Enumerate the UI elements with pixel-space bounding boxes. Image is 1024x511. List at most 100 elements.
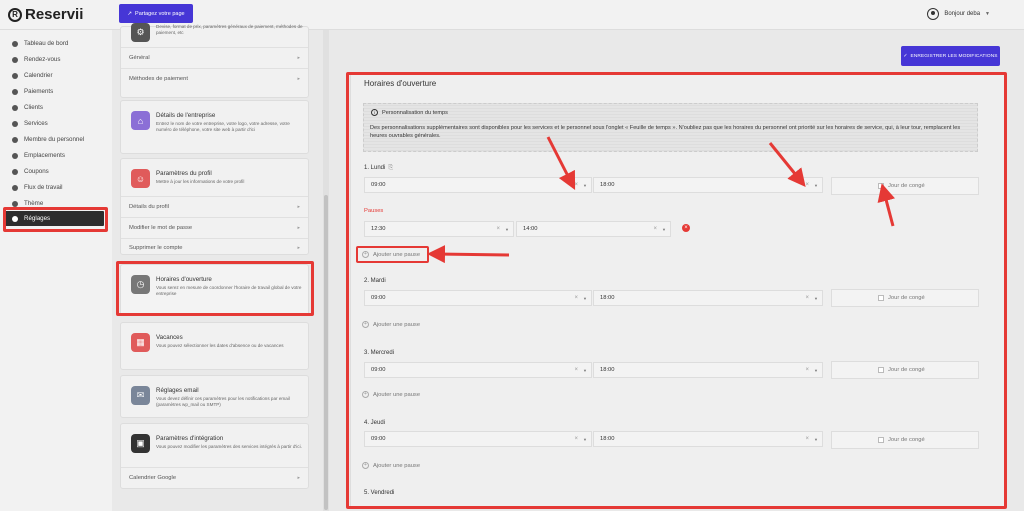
settings-card-holidays[interactable]: ▦ Vacances Vous pouvez sélectionner les …: [120, 322, 309, 370]
monday-day-off-toggle[interactable]: Jour de congé: [831, 177, 979, 195]
tag-icon: [12, 168, 18, 175]
clock-icon: [12, 56, 18, 63]
clear-icon[interactable]: ×: [574, 436, 578, 442]
clear-icon[interactable]: ×: [574, 367, 578, 373]
select-value: 18:00: [600, 182, 615, 188]
select-value: 18:00: [600, 295, 615, 301]
remove-pause-icon[interactable]: ×: [682, 224, 690, 232]
info-title: Personnalisation du temps: [382, 109, 448, 116]
add-pause-label: Ajouter une pause: [373, 321, 421, 328]
accordion-general[interactable]: Général ▸: [121, 47, 308, 68]
card-title: Horaires d'ouverture: [156, 276, 212, 283]
sidebar-item-appointments[interactable]: Rendez-vous: [0, 52, 112, 67]
settings-card-company[interactable]: ⌂ Détails de l'entreprise Entrez le nom …: [120, 100, 309, 154]
clear-icon[interactable]: ×: [574, 295, 578, 301]
select-value: 09:00: [371, 436, 386, 442]
day-label-tuesday: 2. Mardi: [364, 278, 386, 284]
save-changes-button[interactable]: ✓ ENREGISTRER LES MODIFICATIONS: [901, 46, 1000, 66]
sidebar-item-label: Membre du personnel: [24, 136, 85, 143]
brand-logo[interactable]: R Reservii: [8, 6, 83, 23]
user-menu[interactable]: Bonjour deba ▼: [927, 8, 990, 20]
location-icon: [12, 152, 18, 159]
settings-card-opening-hours[interactable]: ◷ Horaires d'ouverture Vous serez en mes…: [120, 264, 309, 316]
chevron-right-icon: ▸: [297, 55, 300, 61]
email-icon: ✉: [131, 386, 150, 405]
clear-icon[interactable]: ×: [805, 182, 809, 188]
card-desc: Mettre à jour les informations de votre …: [156, 179, 245, 184]
day-off-checkbox[interactable]: [878, 437, 884, 443]
pause-end-select[interactable]: 14:00 × ▼: [516, 221, 671, 237]
wednesday-start-select[interactable]: 09:00 × ▼: [364, 362, 592, 378]
settings-list: ⚙ Devise, format de prix, paramètres gén…: [112, 23, 327, 511]
day-off-checkbox[interactable]: [878, 295, 884, 301]
thursday-add-pause-button[interactable]: + Ajouter une pause: [362, 462, 420, 469]
chevron-down-icon: ▼: [662, 226, 666, 232]
sidebar-item-locations[interactable]: Emplacements: [0, 148, 112, 163]
pauses-label: Pauses: [364, 208, 384, 214]
brush-icon: [12, 200, 18, 207]
calendar-icon: [12, 72, 18, 79]
wednesday-day-off-toggle[interactable]: Jour de congé: [831, 361, 979, 379]
workflow-icon: [12, 184, 18, 191]
accordion-google-calendar[interactable]: Calendrier Google ▸: [121, 467, 308, 488]
settings-scroll-thumb[interactable]: [324, 195, 328, 510]
wednesday-add-pause-button[interactable]: + Ajouter une pause: [362, 391, 420, 398]
clear-icon[interactable]: ×: [805, 367, 809, 373]
clear-icon[interactable]: ×: [496, 226, 500, 232]
settings-card-email[interactable]: ✉ Réglages email Vous devez définir ces …: [120, 375, 309, 418]
select-value: 09:00: [371, 367, 386, 373]
share-page-button[interactable]: ↗ Partagez votre page: [119, 4, 193, 23]
thursday-end-select[interactable]: 18:00 × ▼: [593, 431, 823, 447]
day-off-label: Jour de congé: [888, 295, 925, 301]
pause-start-select[interactable]: 12:30 × ▼: [364, 221, 514, 237]
monday-end-select[interactable]: 18:00 × ▼: [593, 177, 823, 193]
sidebar-item-staff[interactable]: Membre du personnel: [0, 132, 112, 147]
sidebar-item-label: Clients: [24, 104, 43, 111]
copy-icon[interactable]: ⎘: [388, 165, 393, 171]
clear-icon[interactable]: ×: [574, 182, 578, 188]
clear-icon[interactable]: ×: [653, 226, 657, 232]
chevron-right-icon: ▸: [297, 76, 300, 82]
accordion-payment-methods[interactable]: Méthodes de paiement ▸: [121, 68, 308, 89]
chevron-right-icon: ▸: [297, 225, 300, 231]
sidebar-item-payments[interactable]: Paiements: [0, 84, 112, 99]
day-off-checkbox[interactable]: [878, 367, 884, 373]
tuesday-start-select[interactable]: 09:00 × ▼: [364, 290, 592, 306]
wednesday-end-select[interactable]: 18:00 × ▼: [593, 362, 823, 378]
accordion-profile-details[interactable]: Détails du profil ▸: [121, 196, 308, 217]
card-title: Vacances: [156, 334, 183, 341]
tuesday-end-select[interactable]: 18:00 × ▼: [593, 290, 823, 306]
accordion-label: Calendrier Google: [129, 475, 177, 481]
monday-start-select[interactable]: 09:00 × ▼: [364, 177, 592, 193]
accordion-label: Détails du profil: [129, 204, 169, 210]
clear-icon[interactable]: ×: [805, 436, 809, 442]
sidebar-item-settings[interactable]: Réglages: [5, 211, 104, 226]
gear-icon: [12, 215, 18, 222]
share-icon: ↗: [127, 10, 133, 17]
accordion-change-password[interactable]: Modifier le mot de passe ▸: [121, 217, 308, 238]
thursday-start-select[interactable]: 09:00 × ▼: [364, 431, 592, 447]
sidebar-item-calendar[interactable]: Calendrier: [0, 68, 112, 83]
sidebar-item-theme[interactable]: Thème: [0, 196, 112, 211]
clear-icon[interactable]: ×: [805, 295, 809, 301]
share-page-label: Partagez votre page: [135, 10, 185, 17]
tuesday-day-off-toggle[interactable]: Jour de congé: [831, 289, 979, 307]
sidebar-item-coupons[interactable]: Coupons: [0, 164, 112, 179]
thursday-day-off-toggle[interactable]: Jour de congé: [831, 431, 979, 449]
sidebar-item-services[interactable]: Services: [0, 116, 112, 131]
select-value: 14:00: [523, 226, 538, 232]
accordion-label: Supprimer le compte: [129, 244, 183, 251]
sidebar-item-clients[interactable]: Clients: [0, 100, 112, 115]
tuesday-add-pause-button[interactable]: + Ajouter une pause: [362, 321, 420, 328]
day-off-checkbox[interactable]: [878, 183, 884, 189]
sidebar-item-workflows[interactable]: Flux de travail: [0, 180, 112, 195]
monday-add-pause-button[interactable]: + Ajouter une pause: [362, 251, 420, 258]
panel-title: Horaires d'ouverture: [364, 79, 437, 88]
plus-icon: +: [362, 462, 369, 469]
wallet-icon: [12, 88, 18, 95]
settings-card-general: ⚙ Devise, format de prix, paramètres gén…: [120, 23, 309, 98]
sidebar-item-dashboard[interactable]: Tableau de bord: [0, 36, 112, 51]
accordion-delete-account[interactable]: Supprimer le compte ▸: [121, 238, 308, 256]
chevron-down-icon: ▼: [583, 295, 587, 301]
sidebar-item-label: Paiements: [24, 88, 54, 95]
